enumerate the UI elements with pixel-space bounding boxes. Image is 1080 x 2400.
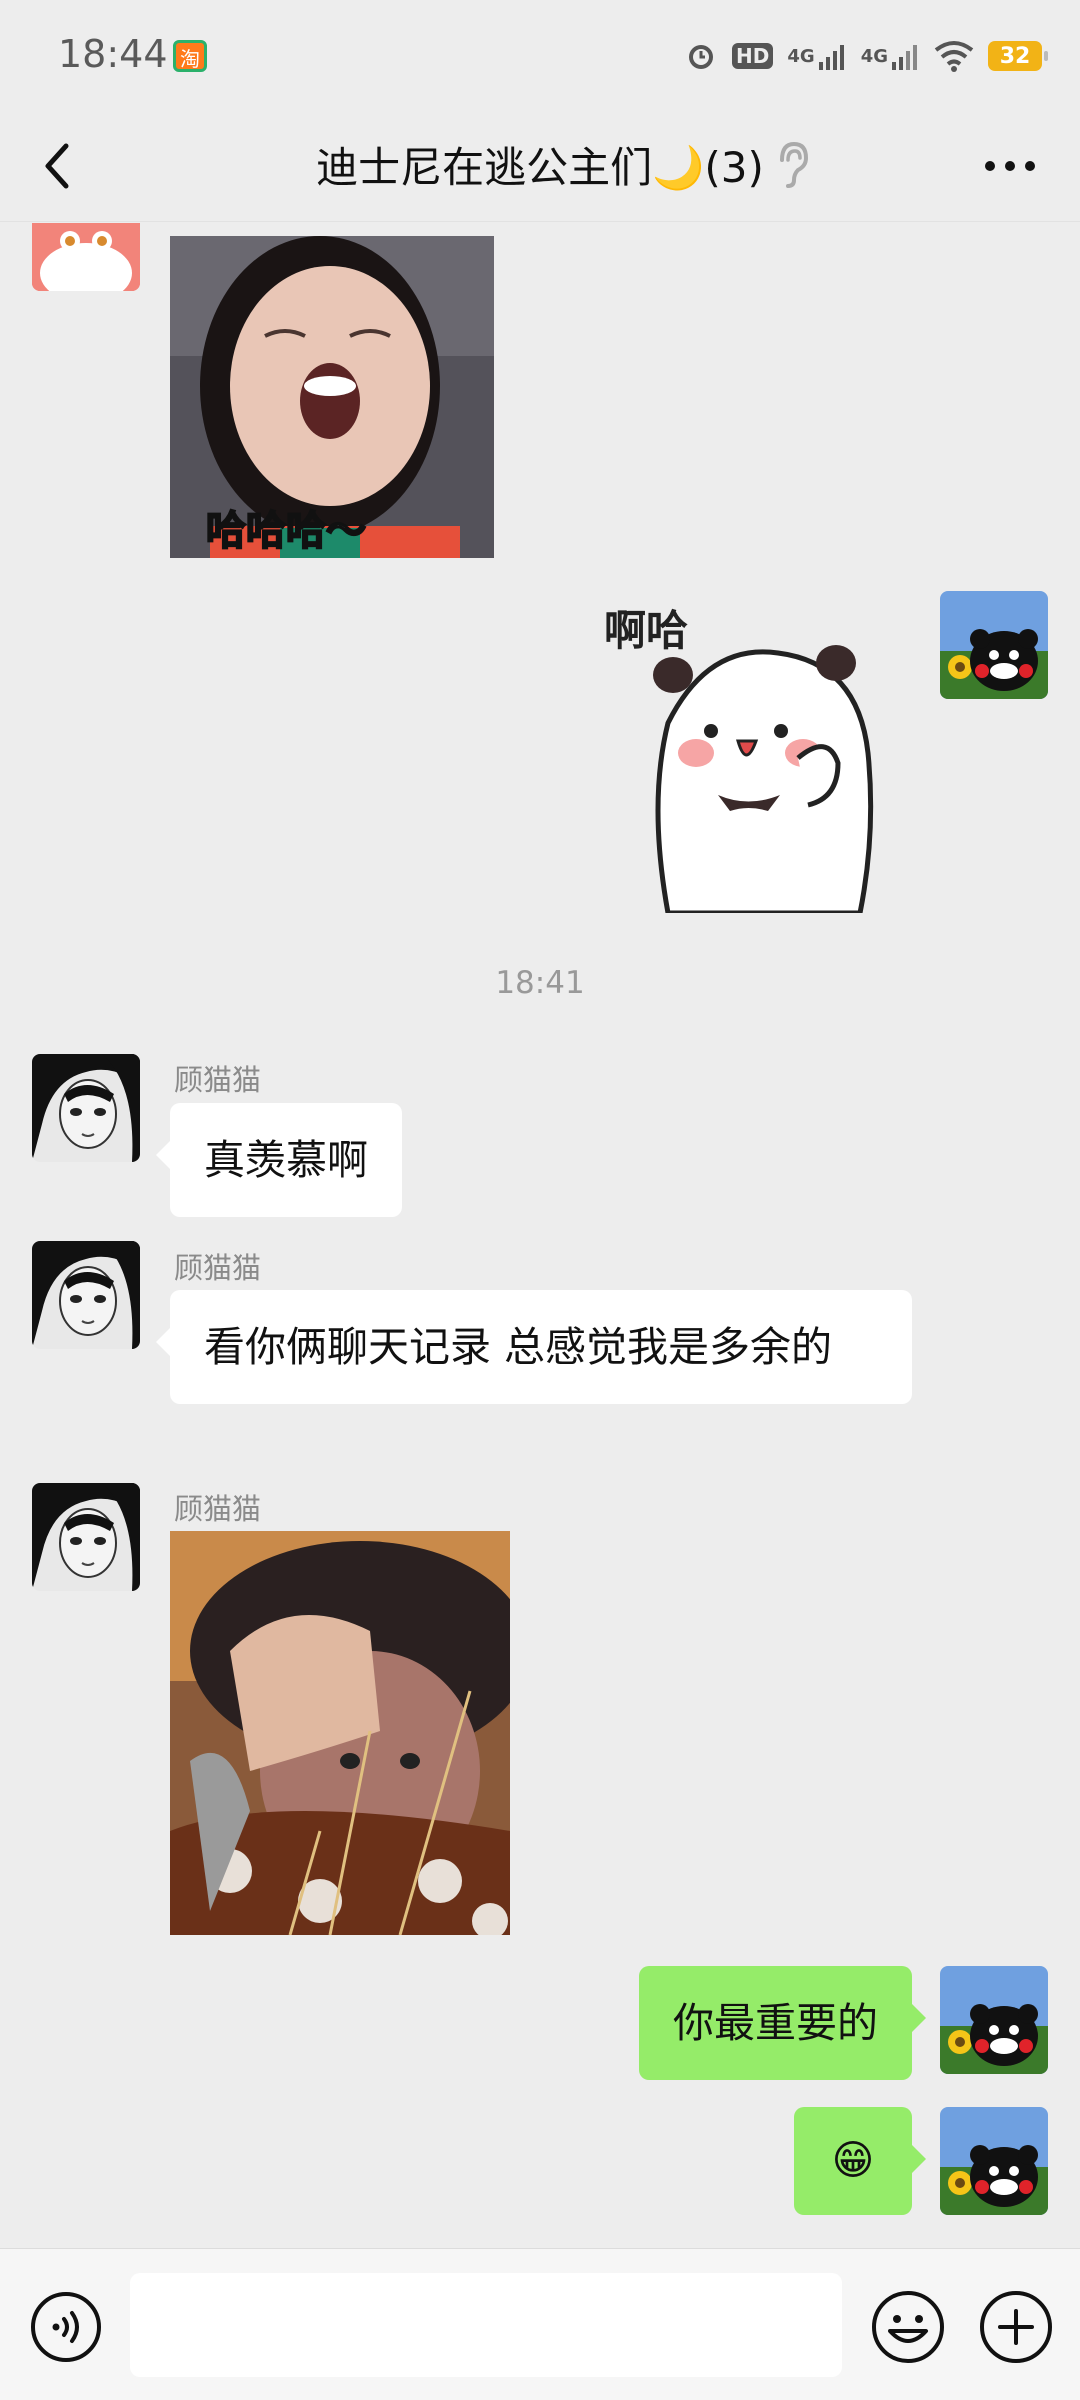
sender-name: 顾猫猫 xyxy=(174,1251,262,1285)
avatar-gu-maomao[interactable] xyxy=(32,1054,140,1162)
crying-kid-image xyxy=(170,1531,510,1935)
kumamon-avatar-image xyxy=(940,2107,1048,2215)
network-2-label: 4G xyxy=(860,45,888,67)
kumamon-avatar-image xyxy=(940,591,1048,699)
plus-button[interactable] xyxy=(978,2289,1054,2365)
sticker-laughing-kid[interactable]: 哈哈哈～ xyxy=(170,236,494,558)
avatar-self[interactable] xyxy=(940,1966,1048,2074)
more-dots-icon xyxy=(985,161,1035,171)
message-bubble[interactable]: 看你俩聊天记录 总感觉我是多余的 xyxy=(156,1290,912,1404)
manga-girl-avatar-image xyxy=(32,1241,140,1349)
hd-icon: HD xyxy=(732,43,774,69)
plus-icon xyxy=(980,2291,1052,2363)
battery-indicator: 32 xyxy=(988,41,1048,71)
avatar-cartoon[interactable] xyxy=(32,223,140,291)
status-bar: 18:44 淘 HD 4G 4G 32 xyxy=(0,0,1080,110)
kumamon-avatar-image xyxy=(940,1966,1048,2074)
emoji-button[interactable] xyxy=(870,2289,946,2365)
more-button[interactable] xyxy=(980,146,1040,186)
nav-bar: 迪士尼在逃公主们🌙(3) xyxy=(0,110,1080,222)
hd-label: HD xyxy=(732,43,774,69)
message-input[interactable] xyxy=(130,2273,842,2377)
message-bubble-outgoing-emoji[interactable]: 😁 xyxy=(794,2107,926,2215)
manga-girl-avatar-image xyxy=(32,1054,140,1162)
signal-2-icon: 4G xyxy=(861,42,920,70)
avatar-self[interactable] xyxy=(940,2107,1048,2215)
message-bubble-outgoing[interactable]: 你最重要的 xyxy=(639,1966,926,2080)
timestamp: 18:41 xyxy=(495,965,585,1001)
sticker-2-caption: 啊哈 xyxy=(604,606,689,655)
alarm-icon xyxy=(684,39,718,73)
manga-girl-avatar-image xyxy=(32,1483,140,1591)
taobao-notification-icon: 淘 xyxy=(173,40,207,72)
avatar-gu-maomao[interactable] xyxy=(32,1483,140,1591)
sticker-panda-aha[interactable]: 啊哈 xyxy=(598,583,898,916)
sender-name: 顾猫猫 xyxy=(174,1063,262,1097)
status-time: 18:44 xyxy=(58,32,168,76)
sticker-1-caption: 哈哈哈～ xyxy=(205,507,367,555)
network-1-label: 4G xyxy=(787,45,815,67)
message-list: 哈哈哈～ 啊哈 18:41 顾猫猫 真羡慕啊 顾猫猫 看你俩聊天记录 总感觉我是… xyxy=(0,223,1080,2248)
signal-1-icon: 4G xyxy=(787,42,846,70)
voice-icon xyxy=(31,2292,101,2362)
photo-message-crying-kid[interactable] xyxy=(170,1531,510,1935)
avatar-self[interactable] xyxy=(940,591,1048,699)
message-bubble[interactable]: 真羡慕啊 xyxy=(156,1103,402,1217)
input-bar xyxy=(0,2248,1080,2400)
wifi-icon xyxy=(934,40,974,72)
sender-name: 顾猫猫 xyxy=(174,1492,262,1526)
status-icons: HD 4G 4G 32 xyxy=(684,36,1048,76)
chat-title: 迪士尼在逃公主们🌙(3) xyxy=(316,143,764,192)
voice-button[interactable] xyxy=(30,2291,102,2363)
ear-icon xyxy=(772,138,812,190)
emoji-icon xyxy=(872,2291,944,2363)
avatar-gu-maomao[interactable] xyxy=(32,1241,140,1349)
